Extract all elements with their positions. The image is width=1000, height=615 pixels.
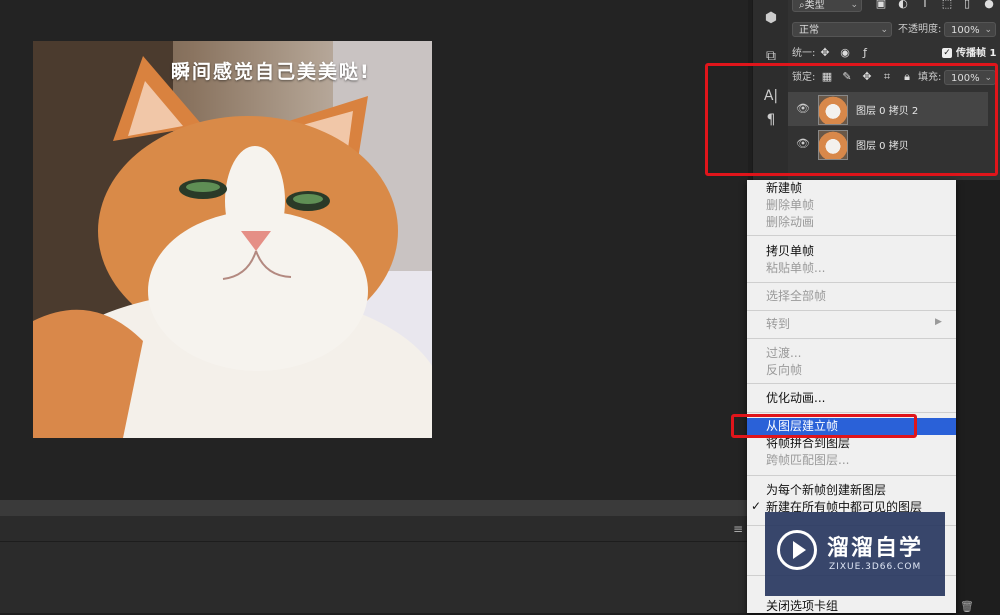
timeline-header (0, 500, 748, 516)
opacity-value: 100% (951, 25, 980, 36)
cat-illustration (33, 41, 432, 438)
menu-item-delete-animation[interactable]: 删除动画 (766, 214, 814, 231)
menu-separator (747, 383, 956, 384)
image-caption-text: 瞬间感觉自己美美哒! (171, 61, 371, 83)
annotation-highlight-box (731, 414, 917, 438)
menu-item-match-layer-across-frames[interactable]: 跨帧匹配图层... (766, 452, 849, 469)
cat-image: 瞬间感觉自己美美哒! (33, 41, 432, 438)
chevron-down-icon: ⌄ (880, 25, 888, 35)
blend-mode-label: 正常 (799, 25, 819, 36)
menu-separator (747, 475, 956, 476)
type-filter-icon[interactable]: T (918, 0, 932, 11)
menu-separator (747, 310, 956, 311)
submenu-arrow-icon: ▶ (935, 317, 942, 327)
adjustment-filter-icon[interactable]: ◐ (896, 0, 910, 11)
smart-object-filter-icon[interactable]: ▯ (960, 0, 974, 11)
filter-toggle-icon[interactable]: ● (982, 0, 996, 11)
menu-separator (747, 338, 956, 339)
watermark-logo: 溜溜自学 ZIXUE.3D66.COM (765, 512, 945, 596)
unify-visibility-icon[interactable]: ◉ (838, 46, 852, 60)
menu-item-optimize-animation[interactable]: 优化动画... (766, 390, 825, 407)
trash-icon[interactable]: 🗑︎ (960, 600, 974, 613)
layer-filter-select[interactable]: ⌕类型 ⌄ (792, 0, 862, 12)
filter-kind-label: 类型 (804, 0, 825, 11)
timeline-divider (0, 541, 748, 542)
opacity-input[interactable]: 100% ⌄ (944, 22, 996, 37)
panel-menu-icon[interactable]: ≡ (733, 522, 745, 536)
menu-separator (747, 282, 956, 283)
unify-position-icon[interactable]: ✥ (818, 46, 832, 60)
menu-item-select-all-frames[interactable]: 选择全部帧 (766, 288, 826, 305)
menu-item-paste-frame[interactable]: 粘贴单帧... (766, 260, 825, 277)
propagate-frame-checkbox[interactable]: ✓ (942, 48, 952, 58)
menu-item-copy-frame[interactable]: 拷贝单帧 (766, 243, 814, 260)
watermark-subtitle: ZIXUE.3D66.COM (829, 562, 922, 572)
menu-item-go-to[interactable]: 转到 (766, 316, 790, 333)
chevron-down-icon: ⌄ (984, 25, 992, 35)
propagate-frame-label: 传播帧 1 (956, 48, 997, 59)
timeline-panel (0, 516, 748, 613)
unify-style-icon[interactable]: ƒ (858, 46, 872, 60)
menu-item-delete-frame[interactable]: 删除单帧 (766, 197, 814, 214)
unify-label: 统一: (792, 48, 816, 59)
clone-source-icon[interactable]: ⧉ (753, 48, 789, 64)
chevron-down-icon: ⌄ (850, 0, 858, 10)
menu-item-close-tab-group[interactable]: 关闭选项卡组 (766, 598, 838, 615)
opacity-label: 不透明度: (898, 24, 942, 35)
shape-filter-icon[interactable]: ⬚ (940, 0, 954, 11)
annotation-highlight-box (705, 63, 998, 176)
3d-cube-icon[interactable]: ⬢ (753, 10, 789, 26)
image-filter-icon[interactable]: ▣ (874, 0, 888, 11)
checkmark-icon: ✓ (751, 499, 762, 513)
menu-separator (747, 412, 956, 413)
blend-mode-select[interactable]: 正常 ⌄ (792, 22, 892, 37)
play-logo-icon (777, 530, 817, 570)
menu-separator (747, 235, 956, 236)
menu-item-create-new-layer-each-frame[interactable]: 为每个新帧创建新图层 (766, 482, 886, 499)
menu-item-tween[interactable]: 过渡... (766, 345, 801, 362)
watermark-title: 溜溜自学 (827, 536, 924, 561)
menu-item-new-frame[interactable]: 新建帧 (766, 180, 802, 197)
menu-item-reverse-frames[interactable]: 反向帧 (766, 362, 802, 379)
